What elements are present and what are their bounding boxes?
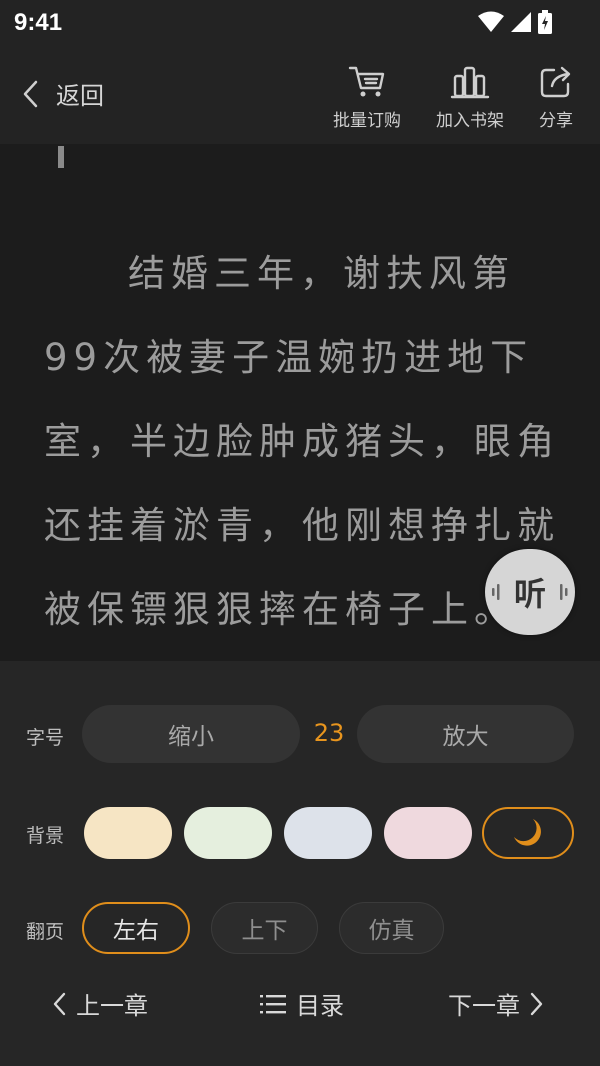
page-turn-option-scroll[interactable]: 上下 [211,902,318,954]
sound-wave-icon [560,584,568,600]
page-turn-label: 翻页 [26,921,65,943]
page-turn-option-label: 仿真 [368,918,415,944]
text-cursor [58,146,64,168]
sound-wave-icon [492,584,500,600]
status-bar: 9:41 [0,0,600,46]
status-time: 9:41 [14,9,63,36]
next-chapter-label: 下一章 [448,992,520,1020]
chevron-left-icon [23,80,38,107]
next-chapter-button[interactable]: 下一章 [448,986,544,1021]
bulk-order-button[interactable]: 批量订购 [333,64,401,131]
back-button[interactable]: 返回 [22,76,104,111]
bookshelf-icon [450,66,490,99]
back-label: 返回 [56,82,104,110]
page-turn-option-simulate[interactable]: 仿真 [339,902,444,954]
text-line: 还挂着淤青，他刚想挣扎就 [44,504,560,547]
bulk-order-label: 批量订购 [333,111,401,131]
table-of-contents-label: 目录 [296,992,344,1020]
add-to-shelf-button[interactable]: 加入书架 [436,64,504,131]
reading-settings-panel: 字号 缩小 23 放大 背景 翻页 左右 上下 仿真 上一章 目录 下一章 [0,661,600,1066]
text-line: 99次被妻子温婉扔进地下 [44,336,534,379]
battery-icon [538,10,552,34]
prev-chapter-label: 上一章 [76,992,148,1020]
add-to-shelf-label: 加入书架 [436,111,504,131]
share-label: 分享 [539,111,573,131]
page-turn-option-slide[interactable]: 左右 [82,902,190,954]
listen-label: 听 [513,575,546,613]
table-of-contents-button[interactable]: 目录 [260,986,344,1021]
background-label: 背景 [26,825,65,847]
decrease-font-button[interactable]: 缩小 [82,705,300,763]
bg-swatch-pink[interactable] [384,807,472,859]
moon-icon [514,819,541,846]
increase-font-button[interactable]: 放大 [357,705,574,763]
chevron-left-icon [53,992,66,1015]
text-line: 结婚三年，谢扶风第 [128,252,515,295]
text-line: 室，半边脸肿成猪头，眼角 [44,420,560,463]
page-turn-option-label: 上下 [241,918,288,944]
page-turn-option-label: 左右 [113,918,159,944]
signal-icon [511,12,531,32]
bg-swatch-blue[interactable] [284,807,372,859]
cart-icon [348,66,385,97]
prev-chapter-button[interactable]: 上一章 [52,986,148,1021]
wifi-icon [478,11,504,32]
share-icon [540,66,571,98]
share-button[interactable]: 分享 [538,64,574,131]
chevron-right-icon [530,992,543,1015]
list-icon [260,994,286,1013]
decrease-font-label: 缩小 [168,724,214,750]
bg-swatch-beige[interactable] [84,807,172,859]
font-size-value: 23 [313,719,345,747]
font-size-label: 字号 [26,727,65,749]
listen-button[interactable]: 听 [485,549,575,635]
increase-font-label: 放大 [442,724,489,750]
bg-swatch-night[interactable] [482,807,574,859]
bg-swatch-green[interactable] [184,807,272,859]
reader-top-bar: 返回 批量订购 加入书架 分享 [0,46,600,144]
